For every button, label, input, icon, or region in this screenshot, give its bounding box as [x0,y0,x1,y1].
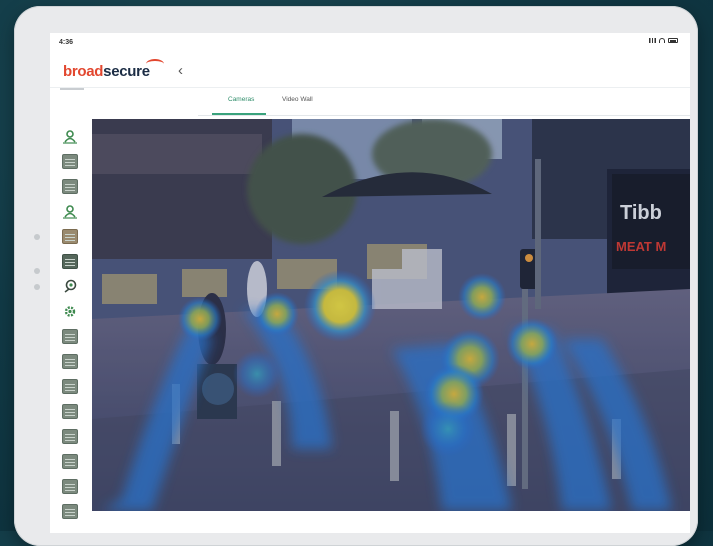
camera-tile-icon[interactable] [62,154,78,169]
app-header: broadsecure ‹ [50,53,690,88]
camera-tile-icon[interactable] [62,454,78,469]
settings-gear-icon[interactable] [62,304,78,319]
person-location-icon[interactable] [62,204,78,219]
camera-tile-icon[interactable] [62,179,78,194]
signal-icon [649,38,656,43]
camera-tile-icon[interactable] [62,504,78,519]
tablet-screen: 4:36 broadsecure ‹ Cameras Video Wall Ti… [50,33,690,533]
brand-logo-part2: secure [103,63,150,80]
battery-icon [668,38,678,43]
active-tab-indicator [212,113,266,115]
wifi-icon [659,38,665,43]
camera-video-feed[interactable]: Tibb MEAT M [92,119,690,511]
camera-dot [34,234,40,240]
brand-logo-part1: broad [63,63,104,80]
camera-tile-icon[interactable] [62,479,78,494]
camera-sidebar [50,121,92,533]
tab-video-wall[interactable]: Video Wall [282,96,313,103]
back-button[interactable]: ‹ [178,62,183,79]
status-icons [649,38,678,43]
camera-tile-icon[interactable] [62,429,78,444]
sidebar-handle [60,88,84,90]
status-bar: 4:36 [50,33,690,53]
tab-bar: Cameras Video Wall [198,89,690,116]
sensor-dot [34,284,40,290]
status-time: 4:36 [59,39,74,46]
camera-tile-icon[interactable] [62,379,78,394]
brand-logo[interactable]: broadsecure [63,59,164,80]
logo-swoosh-icon [146,59,164,69]
tab-cameras[interactable]: Cameras [228,96,254,103]
camera-tile-icon[interactable] [62,404,78,419]
camera-tile-icon[interactable] [62,354,78,369]
person-location-icon[interactable] [62,129,78,144]
camera-tile-icon[interactable] [62,254,78,269]
dome-camera-icon[interactable] [62,279,78,294]
sensor-dot [34,268,40,274]
camera-tile-icon[interactable] [62,329,78,344]
camera-tile-icon[interactable] [62,229,78,244]
tablet-frame: 4:36 broadsecure ‹ Cameras Video Wall Ti… [14,6,698,546]
video-scene: Tibb MEAT M [92,119,690,511]
